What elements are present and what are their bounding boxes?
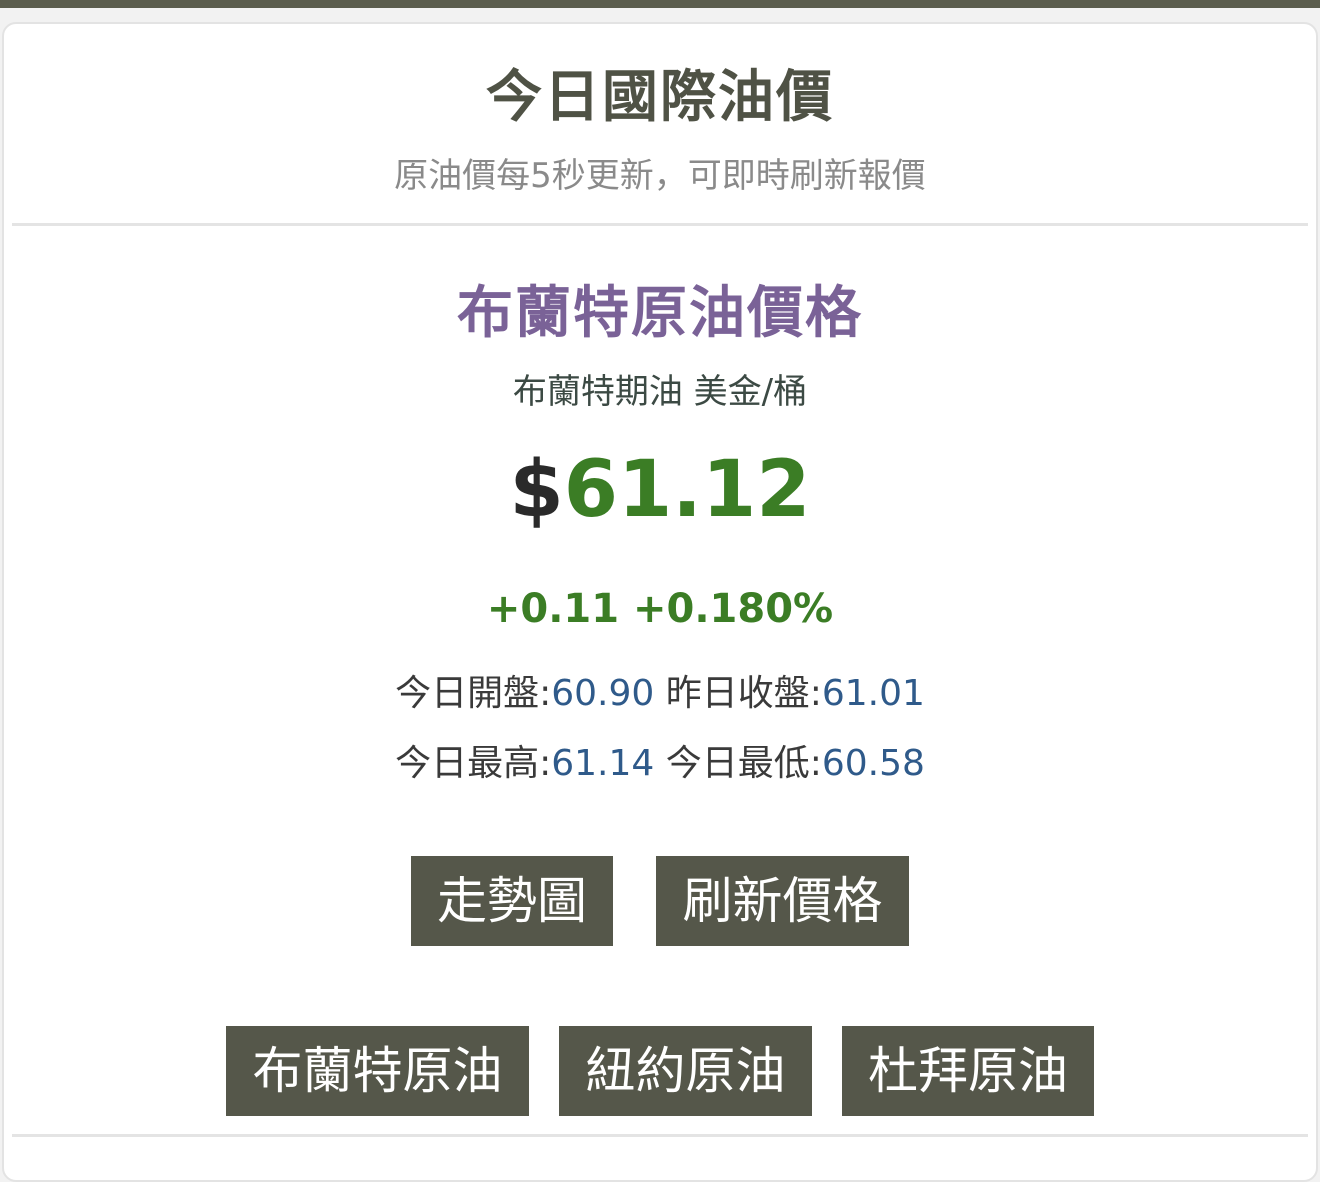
header-divider (12, 223, 1308, 226)
price-change: +0.11 +0.180% (486, 586, 834, 632)
trend-chart-button[interactable]: 走勢圖 (411, 856, 613, 946)
page-title: 今日國際油價 (486, 65, 834, 130)
top-bar (0, 0, 1320, 8)
nymex-oil-button[interactable]: 紐約原油 (559, 1026, 812, 1116)
high-label: 今日最高: (395, 743, 552, 784)
footer-divider (12, 1134, 1308, 1137)
prev-close-label: 昨日收盤: (665, 673, 822, 714)
page-subtitle: 原油價每5秒更新，可即時刷新報價 (394, 156, 926, 196)
price-value: 61.12 (563, 445, 811, 535)
high-low-row: 今日最高:61.14 今日最低:60.58 (0, 734, 1320, 786)
refresh-price-button[interactable]: 刷新價格 (656, 856, 909, 946)
open-label: 今日開盤: (395, 673, 552, 714)
dubai-oil-button[interactable]: 杜拜原油 (842, 1026, 1094, 1116)
prev-close-value: 61.01 (821, 673, 925, 714)
oil-name-heading: 布蘭特原油價格 (457, 281, 863, 346)
open-value: 60.90 (551, 673, 655, 714)
low-label: 今日最低: (665, 743, 822, 784)
currency-symbol: $ (509, 445, 564, 535)
low-value: 60.58 (821, 743, 925, 784)
brent-oil-button[interactable]: 布蘭特原油 (226, 1026, 529, 1116)
price-display: $61.12 (0, 442, 1320, 538)
open-close-row: 今日開盤:60.90 昨日收盤:61.01 (0, 664, 1320, 716)
oil-unit-label: 布蘭特期油 美金/桶 (512, 372, 808, 412)
high-value: 61.14 (551, 743, 655, 784)
